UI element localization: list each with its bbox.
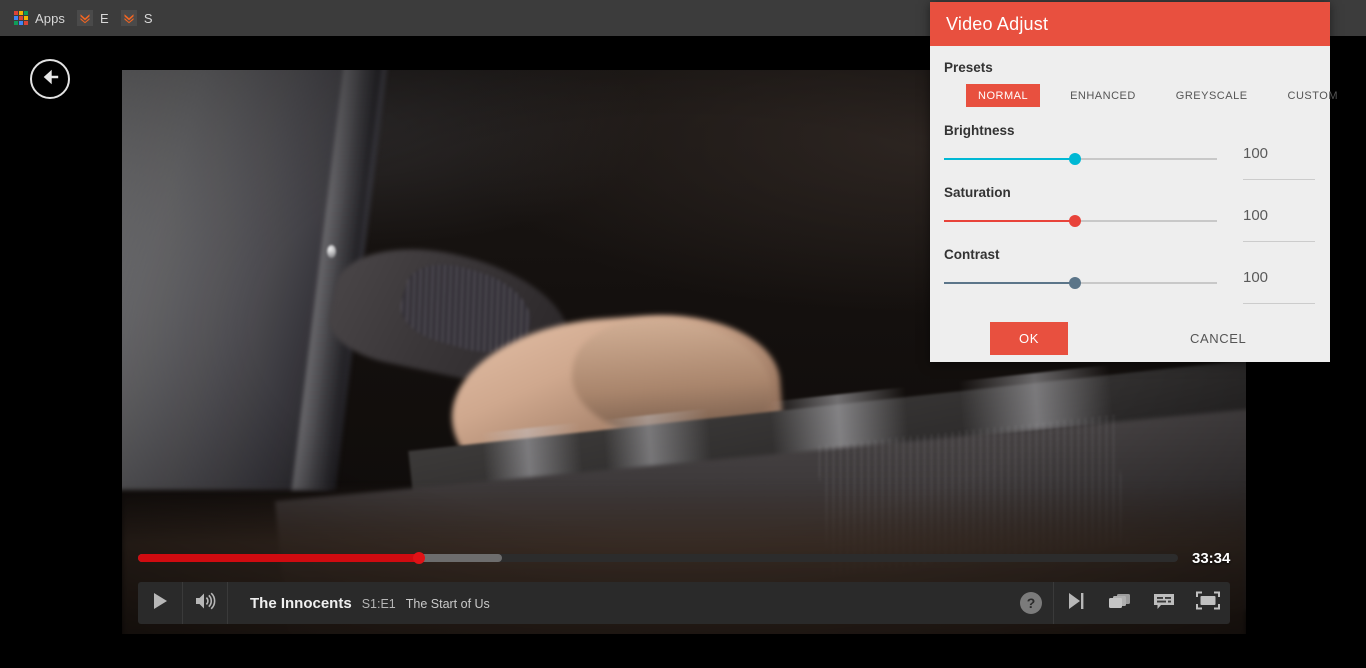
saturation-label: Saturation: [944, 185, 1011, 200]
bookmark-item-e[interactable]: E: [71, 6, 115, 30]
dialog-title: Video Adjust: [946, 13, 1049, 34]
saturation-value: 100: [1243, 207, 1269, 224]
media-episode-title: The Start of Us: [405, 596, 490, 611]
skip-next-icon: [1066, 592, 1086, 615]
cancel-button[interactable]: CANCEL: [1190, 331, 1246, 346]
contrast-slider-thumb[interactable]: [1069, 277, 1082, 289]
brightness-slider-block: Brightness 100: [944, 123, 1316, 180]
volume-high-icon: [194, 592, 216, 615]
back-button[interactable]: [30, 59, 70, 99]
media-episode-number: S1:E1: [361, 596, 396, 611]
player-control-bar: The Innocents S1:E1 The Start of Us ?: [138, 582, 1230, 624]
contrast-slider[interactable]: [944, 275, 1217, 291]
contrast-value: 100: [1243, 269, 1269, 286]
right-controls-group: ?: [1009, 582, 1230, 624]
apps-bookmark-label: Apps: [35, 10, 66, 26]
brightness-label: Brightness: [944, 123, 1015, 138]
contrast-slider-fill: [944, 282, 1076, 284]
preset-custom-button[interactable]: CUSTOM: [1276, 84, 1350, 107]
media-title-group: The Innocents S1:E1 The Start of Us: [228, 595, 1009, 612]
saturation-slider-block: Saturation 100: [944, 185, 1316, 242]
help-icon: ?: [1020, 592, 1042, 614]
progress-played: [138, 554, 419, 562]
apps-grid-icon: [14, 11, 28, 25]
ok-button[interactable]: OK: [990, 322, 1068, 355]
dialog-header: Video Adjust: [930, 2, 1330, 46]
subtitles-icon: [1152, 592, 1176, 615]
next-episode-button[interactable]: [1054, 582, 1098, 624]
saturation-slider[interactable]: [944, 213, 1217, 229]
help-button[interactable]: ?: [1009, 582, 1053, 624]
saturation-value-field[interactable]: 100: [1243, 207, 1315, 242]
fullscreen-icon: [1196, 591, 1220, 615]
progress-row: 33:34: [122, 544, 1246, 572]
brightness-slider[interactable]: [944, 151, 1217, 167]
presets-row: NORMAL ENHANCED GREYSCALE CUSTOM: [944, 84, 1338, 107]
episodes-stack-icon: [1108, 592, 1132, 615]
progress-bar-track[interactable]: [138, 552, 1178, 564]
dialog-body: Presets NORMAL ENHANCED GREYSCALE CUSTOM…: [930, 46, 1338, 355]
episodes-button[interactable]: [1098, 582, 1142, 624]
apps-bookmark-button[interactable]: Apps: [8, 6, 71, 30]
dialog-actions: OK CANCEL: [944, 322, 1316, 355]
play-button[interactable]: [138, 582, 182, 624]
brightness-value-field[interactable]: 100: [1243, 145, 1315, 180]
play-icon: [152, 592, 168, 615]
media-title: The Innocents: [250, 594, 352, 612]
brightness-slider-thumb[interactable]: [1069, 153, 1082, 165]
volume-button[interactable]: [183, 582, 227, 624]
chevron-double-down-icon: [120, 10, 137, 26]
progress-thumb[interactable]: [412, 552, 425, 564]
time-remaining-label: 33:34: [1192, 549, 1231, 567]
preset-normal-button[interactable]: NORMAL: [966, 84, 1041, 107]
brightness-value: 100: [1243, 145, 1269, 162]
subtitles-button[interactable]: [1142, 582, 1186, 624]
bookmark-label-s: S: [143, 10, 153, 26]
video-adjust-dialog: Video Adjust Presets NORMAL ENHANCED GRE…: [930, 2, 1338, 362]
arrow-left-circle-icon: [39, 66, 61, 93]
bookmark-label-e: E: [100, 10, 109, 26]
preset-enhanced-button[interactable]: ENHANCED: [1058, 84, 1148, 107]
saturation-slider-fill: [944, 220, 1076, 222]
bookmark-item-s[interactable]: S: [115, 6, 159, 30]
preset-greyscale-button[interactable]: GREYSCALE: [1164, 84, 1260, 107]
presets-label: Presets: [944, 60, 993, 75]
saturation-slider-thumb[interactable]: [1069, 215, 1082, 227]
brightness-slider-fill: [944, 158, 1076, 160]
fullscreen-button[interactable]: [1186, 582, 1230, 624]
contrast-value-field[interactable]: 100: [1243, 269, 1315, 304]
contrast-slider-block: Contrast 100: [944, 247, 1316, 304]
chevron-double-down-icon: [77, 10, 94, 26]
contrast-label: Contrast: [944, 247, 1000, 262]
